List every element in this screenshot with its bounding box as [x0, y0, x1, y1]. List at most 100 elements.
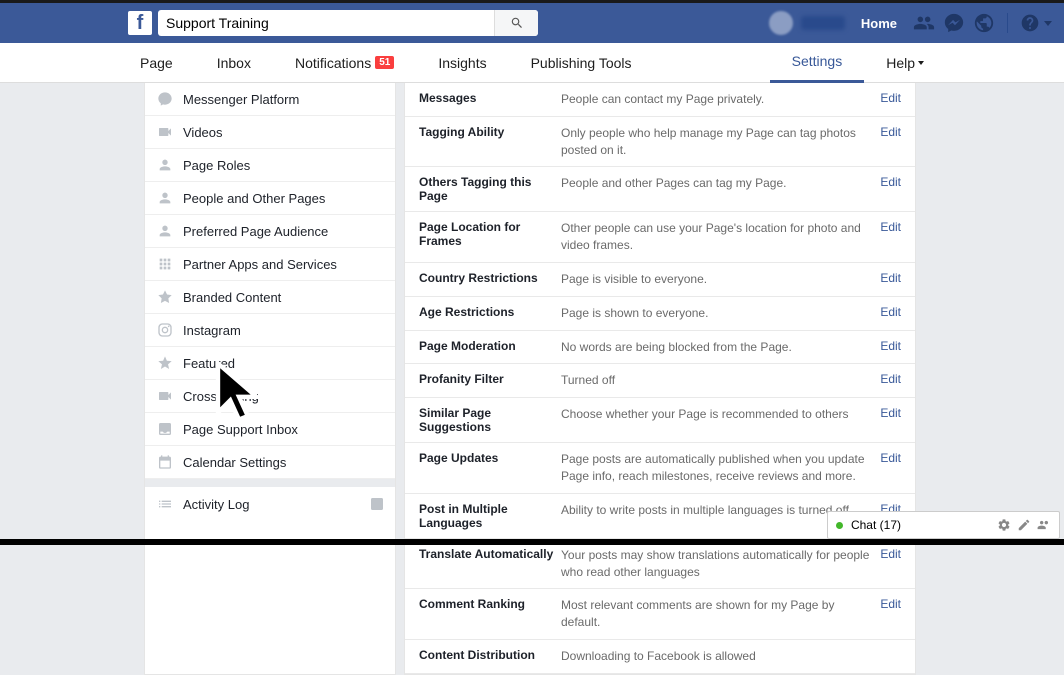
settings-row[interactable]: Country RestrictionsPage is visible to e…	[405, 263, 915, 297]
edit-link[interactable]: Edit	[880, 220, 901, 234]
setting-desc: Your posts may show translations automat…	[561, 547, 880, 581]
user-name[interactable]	[801, 16, 845, 30]
setting-desc: Other people can use your Page's locatio…	[561, 220, 880, 254]
chat-bar[interactable]: Chat (17)	[827, 511, 1060, 539]
edit-link[interactable]: Edit	[880, 125, 901, 139]
setting-name: Post in Multiple Languages	[419, 502, 561, 530]
facebook-logo[interactable]: f	[128, 11, 152, 35]
avatar[interactable]	[769, 11, 793, 35]
settings-row[interactable]: Comment RankingMost relevant comments ar…	[405, 589, 915, 640]
sidebar-item-preferred-audience[interactable]: Preferred Page Audience	[145, 215, 395, 248]
edit-link[interactable]: Edit	[880, 175, 901, 189]
setting-name: Translate Automatically	[419, 547, 561, 561]
nav-publishing[interactable]: Publishing Tools	[509, 43, 654, 83]
edit-link[interactable]: Edit	[880, 305, 901, 319]
setting-name: Others Tagging this Page	[419, 175, 561, 203]
settings-row[interactable]: Tagging AbilityOnly people who help mana…	[405, 117, 915, 168]
nav-insights[interactable]: Insights	[416, 43, 508, 83]
sidebar-item-page-roles[interactable]: Page Roles	[145, 149, 395, 182]
messenger-icon	[157, 91, 173, 107]
edit-link[interactable]: Edit	[880, 597, 901, 611]
bottom-bar	[0, 539, 1064, 545]
settings-row[interactable]: Similar Page SuggestionsChoose whether y…	[405, 398, 915, 443]
sidebar-item-videos[interactable]: Videos	[145, 116, 395, 149]
sidebar-item-branded-content[interactable]: Branded Content	[145, 281, 395, 314]
gear-icon[interactable]	[997, 518, 1011, 532]
setting-desc: Most relevant comments are shown for my …	[561, 597, 880, 631]
setting-desc: Page is shown to everyone.	[561, 305, 880, 322]
nav-page[interactable]: Page	[118, 43, 195, 83]
settings-sidebar: Messenger Platform Videos Page Roles Peo…	[144, 83, 396, 675]
edit-link[interactable]: Edit	[880, 372, 901, 386]
search-input[interactable]	[158, 10, 538, 36]
video-icon	[157, 388, 173, 404]
nav-notifications[interactable]: Notifications51	[273, 43, 416, 83]
settings-row[interactable]: Translate AutomaticallyYour posts may sh…	[405, 539, 915, 590]
topbar-right: Home	[769, 11, 1052, 35]
settings-row[interactable]: Page UpdatesPage posts are automatically…	[405, 443, 915, 494]
caret-down-icon	[918, 61, 924, 65]
setting-desc: People can contact my Page privately.	[561, 91, 880, 108]
topbar: f Home	[0, 0, 1064, 43]
setting-name: Page Moderation	[419, 339, 561, 353]
sidebar-item-label: Crossposting	[183, 389, 259, 404]
sidebar-item-page-support-inbox[interactable]: Page Support Inbox	[145, 413, 395, 446]
compose-icon[interactable]	[1017, 518, 1031, 532]
setting-name: Age Restrictions	[419, 305, 561, 319]
edit-link[interactable]: Edit	[880, 271, 901, 285]
sidebar-item-featured[interactable]: Featured	[145, 347, 395, 380]
nav-settings[interactable]: Settings	[770, 43, 865, 83]
sidebar-item-label: Activity Log	[183, 497, 249, 512]
globe-icon[interactable]	[973, 12, 995, 34]
setting-desc: Only people who help manage my Page can …	[561, 125, 880, 159]
sidebar-item-label: Videos	[183, 125, 223, 140]
list-icon	[157, 496, 173, 512]
edit-link[interactable]: Edit	[880, 339, 901, 353]
sidebar-item-crossposting[interactable]: Crossposting	[145, 380, 395, 413]
setting-name: Profanity Filter	[419, 372, 561, 386]
setting-name: Country Restrictions	[419, 271, 561, 285]
video-icon	[157, 124, 173, 140]
settings-row[interactable]: Content DistributionDownloading to Faceb…	[405, 640, 915, 674]
sidebar-item-label: Partner Apps and Services	[183, 257, 337, 272]
setting-desc: Page posts are automatically published w…	[561, 451, 880, 485]
nav-inbox[interactable]: Inbox	[195, 43, 273, 83]
settings-row[interactable]: Others Tagging this PagePeople and other…	[405, 167, 915, 212]
help-menu[interactable]	[1020, 13, 1052, 33]
handshake-icon	[157, 289, 173, 305]
sidebar-item-label: Featured	[183, 356, 235, 371]
edit-link[interactable]: Edit	[880, 451, 901, 465]
settings-row[interactable]: Page ModerationNo words are being blocke…	[405, 331, 915, 365]
edit-link[interactable]: Edit	[880, 91, 901, 105]
home-link[interactable]: Home	[853, 16, 905, 31]
search-icon	[510, 16, 524, 30]
sidebar-item-calendar-settings[interactable]: Calendar Settings	[145, 446, 395, 479]
sidebar-item-messenger-platform[interactable]: Messenger Platform	[145, 83, 395, 116]
search-button[interactable]	[494, 10, 538, 36]
sidebar-item-people-pages[interactable]: People and Other Pages	[145, 182, 395, 215]
settings-row[interactable]: Page Location for FramesOther people can…	[405, 212, 915, 263]
online-dot-icon	[836, 522, 843, 529]
notifications-badge: 51	[375, 56, 394, 69]
edit-link[interactable]: Edit	[880, 547, 901, 561]
settings-row[interactable]: Profanity FilterTurned offEdit	[405, 364, 915, 398]
apps-icon	[157, 256, 173, 272]
sidebar-item-instagram[interactable]: Instagram	[145, 314, 395, 347]
nav-help[interactable]: Help	[864, 43, 946, 83]
sidebar-item-activity-log[interactable]: Activity Log	[145, 479, 395, 521]
caret-down-icon	[1044, 21, 1052, 26]
settings-row[interactable]: MessagesPeople can contact my Page priva…	[405, 83, 915, 117]
people-icon[interactable]	[1037, 518, 1051, 532]
sidebar-item-label: Preferred Page Audience	[183, 224, 328, 239]
friends-icon[interactable]	[913, 12, 935, 34]
search-wrap	[158, 10, 538, 36]
edit-link[interactable]: Edit	[880, 406, 901, 420]
messenger-icon[interactable]	[943, 12, 965, 34]
settings-row[interactable]: Age RestrictionsPage is shown to everyon…	[405, 297, 915, 331]
star-icon	[157, 355, 173, 371]
sidebar-item-label: Calendar Settings	[183, 455, 286, 470]
calendar-icon	[157, 454, 173, 470]
setting-name: Page Updates	[419, 451, 561, 465]
people-icon	[157, 223, 173, 239]
sidebar-item-partner-apps[interactable]: Partner Apps and Services	[145, 248, 395, 281]
